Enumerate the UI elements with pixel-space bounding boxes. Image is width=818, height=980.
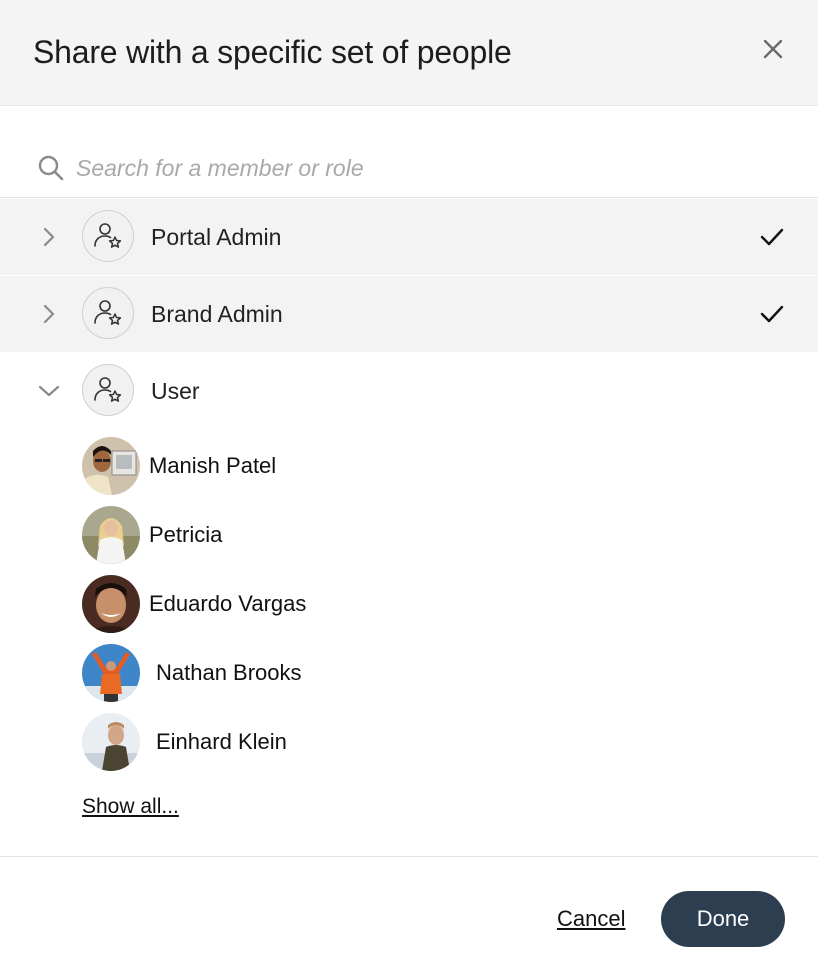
member-name: Manish Patel (149, 453, 277, 478)
member-name: Einhard Klein (156, 729, 287, 754)
role-label: Brand Admin (151, 301, 283, 327)
member-item[interactable]: Eduardo Vargas (82, 575, 582, 633)
avatar (82, 506, 140, 564)
close-icon[interactable] (758, 34, 788, 64)
chevron-right-icon[interactable] (36, 301, 62, 332)
avatar (82, 575, 140, 633)
done-button[interactable]: Done (661, 891, 785, 947)
footer-divider (0, 856, 818, 857)
chevron-right-icon[interactable] (36, 224, 62, 255)
role-label: Portal Admin (151, 224, 282, 250)
avatar (82, 644, 140, 702)
chevron-down-icon[interactable] (36, 378, 62, 409)
dialog-title: Share with a specific set of people (33, 34, 512, 70)
member-name: Petricia (149, 522, 223, 547)
user-star-icon (82, 364, 134, 416)
user-star-icon (82, 210, 134, 262)
avatar (82, 437, 140, 495)
check-icon (758, 223, 786, 256)
search-input[interactable] (74, 152, 778, 184)
user-star-icon (82, 287, 134, 339)
role-row-portal-admin[interactable]: Portal Admin (0, 199, 818, 275)
dialog-header: Share with a specific set of people (0, 0, 818, 106)
search-icon (37, 154, 65, 187)
member-item[interactable]: Petricia (82, 506, 582, 564)
member-name: Nathan Brooks (156, 660, 302, 685)
check-icon (758, 300, 786, 333)
member-item[interactable]: Nathan Brooks (82, 644, 582, 702)
member-name: Eduardo Vargas (149, 591, 307, 616)
avatar (82, 713, 140, 771)
search-bar (0, 140, 818, 198)
show-all-link[interactable]: Show all... (82, 795, 179, 819)
cancel-button[interactable]: Cancel (557, 906, 625, 932)
role-row-user[interactable]: User (0, 353, 818, 429)
role-label: User (151, 378, 200, 404)
member-item[interactable]: Einhard Klein (82, 713, 582, 771)
role-row-brand-admin[interactable]: Brand Admin (0, 276, 818, 352)
member-item[interactable]: Manish Patel (82, 437, 582, 495)
